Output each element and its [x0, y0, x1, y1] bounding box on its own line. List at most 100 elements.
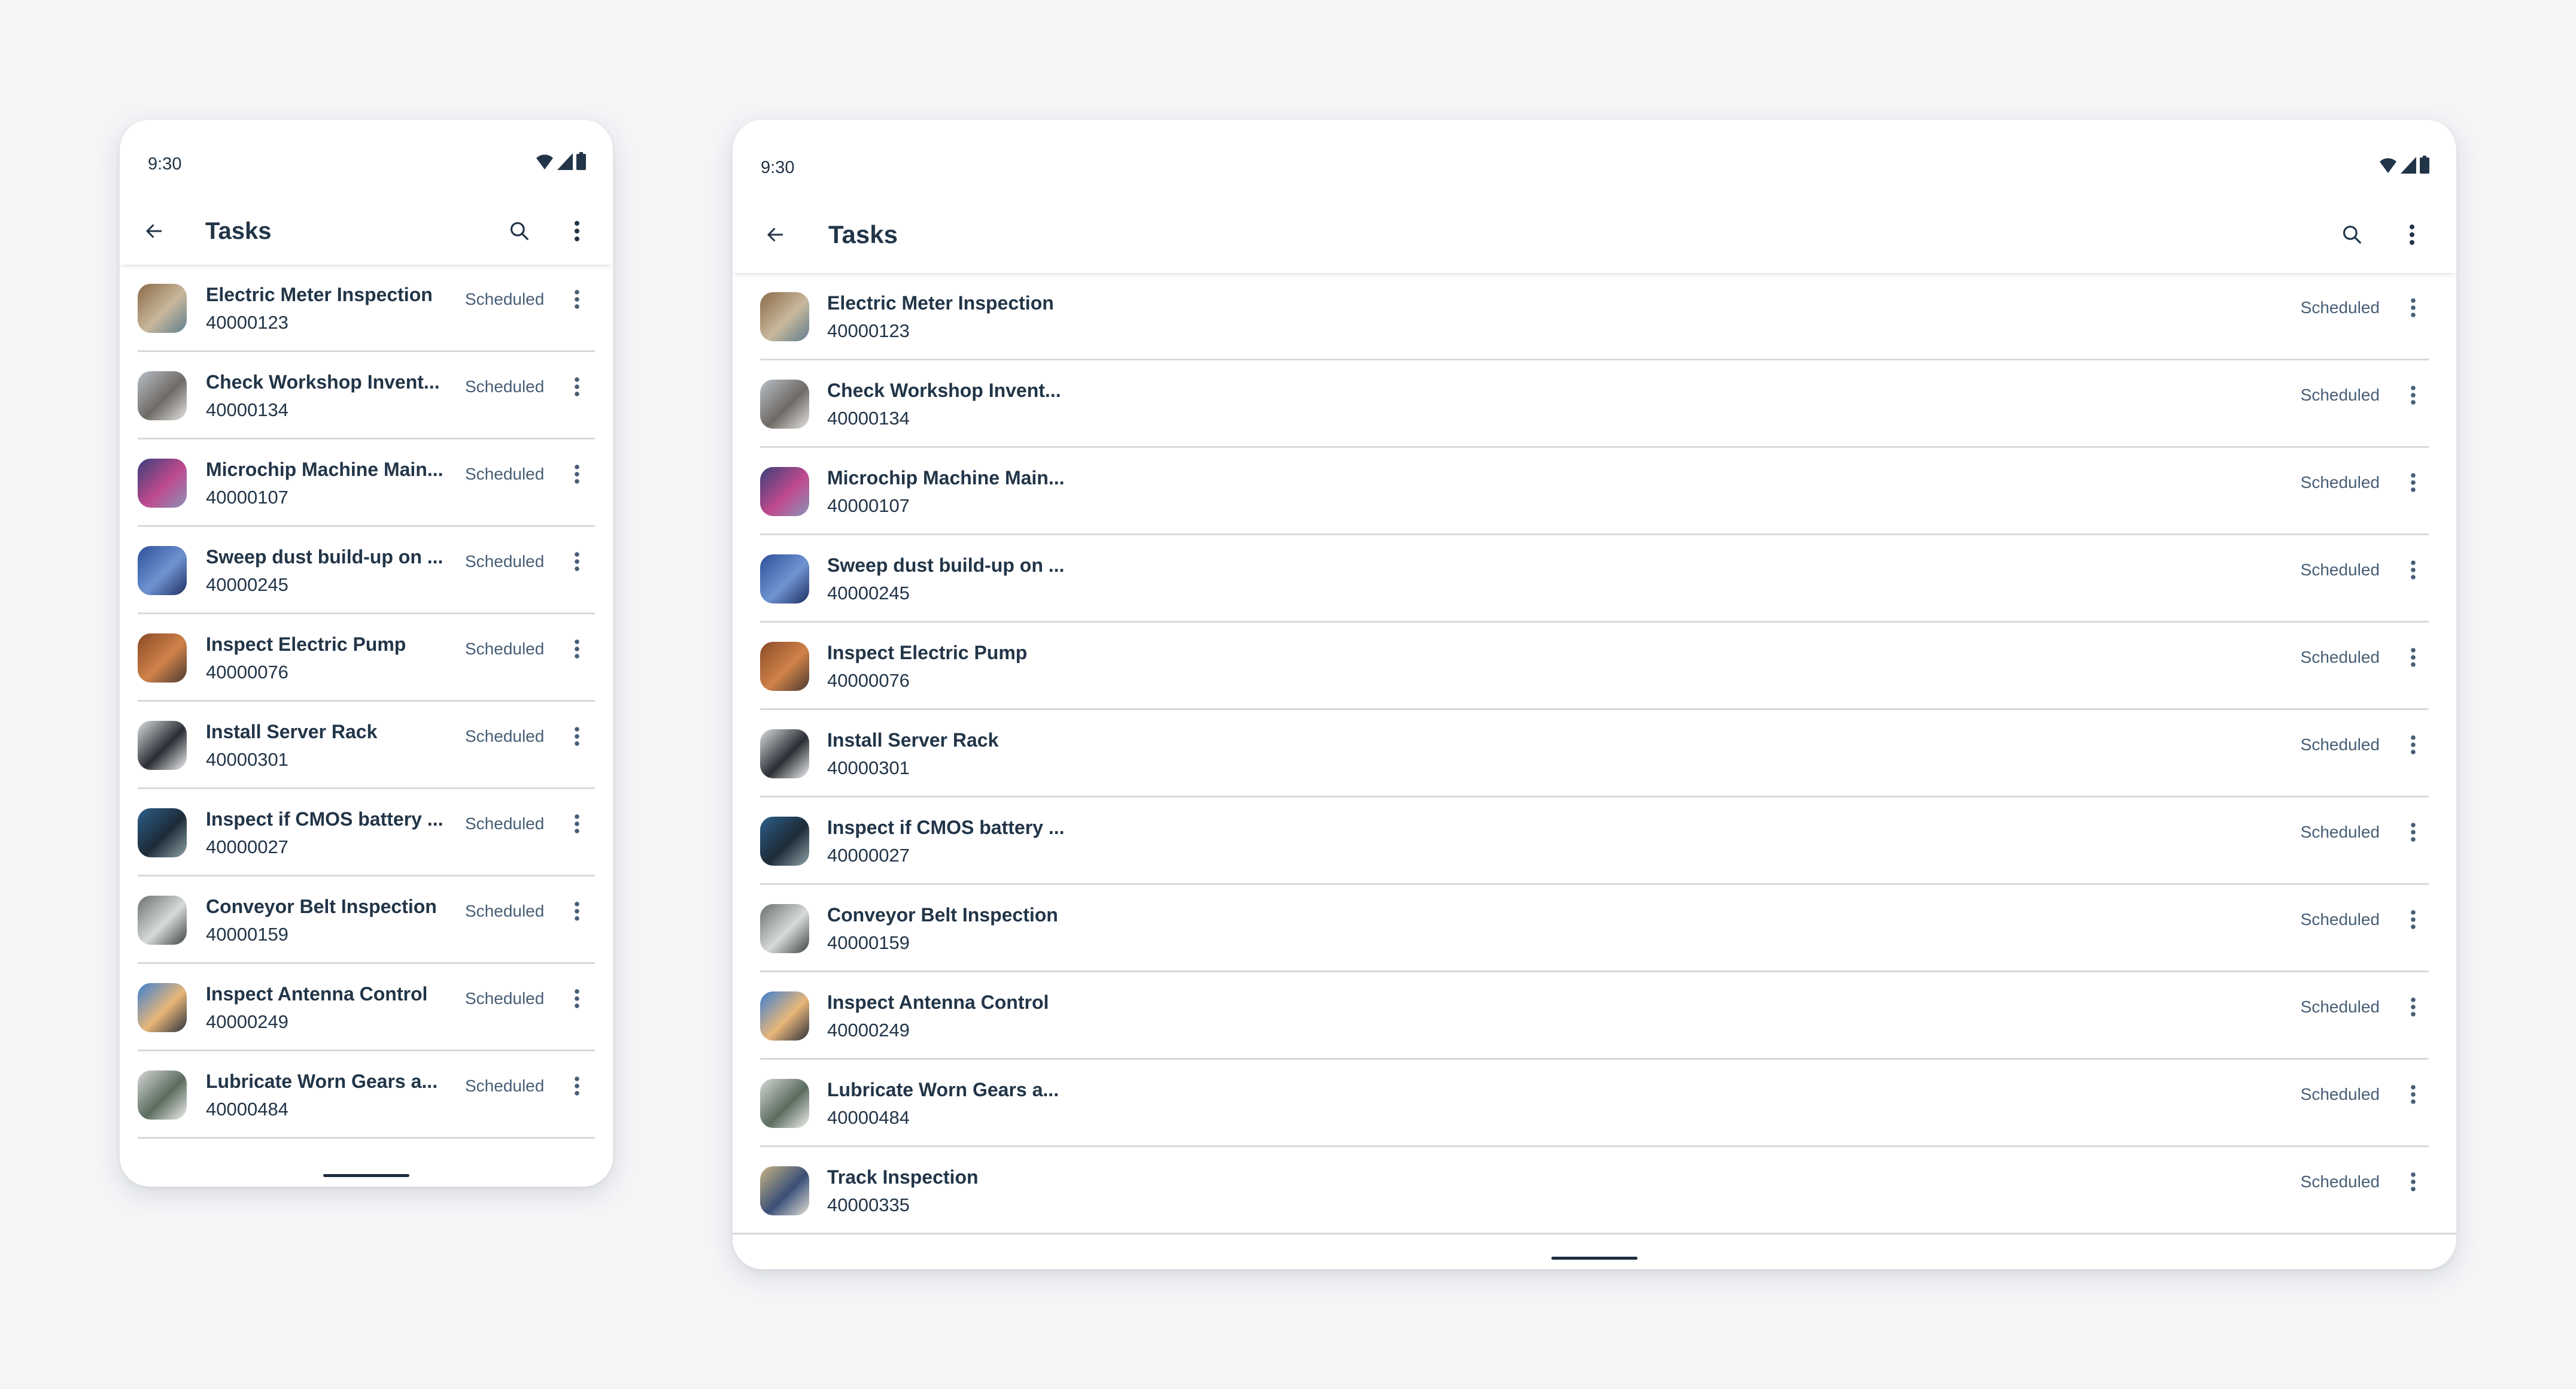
task-number: 40000245 [827, 582, 910, 603]
task-number: 40000134 [206, 399, 288, 420]
task-title: Check Workshop Invent... [206, 371, 440, 393]
more-vertical-icon [2411, 298, 2416, 317]
back-button[interactable] [763, 222, 789, 248]
more-vertical-icon [2411, 648, 2416, 667]
task-more-button[interactable] [2401, 290, 2425, 326]
task-more-button[interactable] [565, 1068, 589, 1104]
task-more-button[interactable] [565, 893, 589, 929]
task-list-item[interactable]: Check Workshop Invent... 40000134 Schedule… [733, 360, 2456, 448]
task-list-item[interactable]: Lubricate Worn Gears a... 40000484 Schedul… [733, 1060, 2456, 1147]
task-status: Scheduled [2300, 997, 2380, 1016]
task-more-button[interactable] [565, 981, 589, 1017]
task-more-button[interactable] [2401, 989, 2425, 1025]
task-list-item[interactable]: Install Server Rack 40000301 Scheduled [120, 702, 613, 789]
task-status: Scheduled [2300, 1172, 2380, 1191]
task-thumbnail [760, 292, 809, 341]
task-thumbnail [760, 729, 809, 778]
task-more-button[interactable] [2401, 814, 2425, 850]
more-vertical-icon [2411, 473, 2416, 492]
task-more-button[interactable] [565, 631, 589, 667]
task-list-item[interactable]: Sweep dust build-up on ... 40000245 Schedu… [733, 535, 2456, 623]
system-icons [536, 152, 586, 170]
task-more-button[interactable] [2401, 552, 2425, 588]
task-title: Lubricate Worn Gears a... [206, 1070, 438, 1092]
task-list-item[interactable]: Check Workshop Invent... 40000134 Schedule… [120, 352, 613, 439]
task-list-item[interactable]: Inspect Electric Pump 40000076 Scheduled [120, 614, 613, 702]
tablet-device: 9:30 Tasks Electric Meter Inspection 4000… [733, 120, 2456, 1269]
task-thumbnail [138, 808, 187, 857]
task-number: 40000301 [827, 757, 910, 778]
task-status: Scheduled [465, 902, 545, 920]
task-title: Inspect Antenna Control [206, 982, 428, 1005]
task-list-item[interactable]: Conveyor Belt Inspection 40000159 Schedule… [733, 885, 2456, 972]
task-title: Inspect Electric Pump [206, 633, 406, 655]
task-texts: Sweep dust build-up on ... 40000245 [206, 546, 443, 596]
overflow-menu-button[interactable] [564, 218, 590, 244]
more-vertical-icon [2411, 560, 2416, 580]
task-list-item[interactable]: Inspect Electric Pump 40000076 Scheduled [733, 623, 2456, 710]
task-more-button[interactable] [2401, 465, 2425, 501]
search-button[interactable] [506, 218, 533, 244]
more-vertical-icon [2410, 225, 2414, 245]
task-more-button[interactable] [565, 544, 589, 580]
status-bar: 9:30 [120, 120, 613, 198]
more-vertical-icon [575, 989, 579, 1008]
task-more-button[interactable] [2401, 727, 2425, 763]
task-list-item[interactable]: Electric Meter Inspection 40000123 Schedul… [120, 265, 613, 352]
task-more-button[interactable] [2401, 1164, 2425, 1200]
task-thumbnail [760, 467, 809, 516]
task-list-item[interactable]: Inspect if CMOS battery ... 40000027 Sched… [120, 789, 613, 877]
task-title: Sweep dust build-up on ... [827, 554, 1065, 576]
task-thumbnail [760, 904, 809, 953]
task-more-button[interactable] [2401, 902, 2425, 938]
task-list-item[interactable]: Sweep dust build-up on ... 40000245 Schedu… [120, 527, 613, 614]
more-vertical-icon [575, 814, 579, 833]
task-more-button[interactable] [565, 718, 589, 754]
task-title: Lubricate Worn Gears a... [827, 1078, 1059, 1100]
task-more-button[interactable] [2401, 1076, 2425, 1112]
task-status: Scheduled [2300, 1085, 2380, 1103]
task-list-item[interactable]: Electric Meter Inspection 40000123 Schedul… [733, 273, 2456, 360]
task-texts: Sweep dust build-up on ... 40000245 [827, 554, 1064, 604]
task-list-item[interactable]: Install Server Rack 40000301 Scheduled [733, 710, 2456, 797]
arrow-left-icon [145, 224, 162, 238]
task-thumbnail [138, 284, 187, 333]
task-more-button[interactable] [565, 456, 589, 492]
task-more-button[interactable] [565, 369, 589, 405]
task-number: 40000076 [827, 669, 910, 691]
page-title: Tasks [828, 220, 898, 248]
task-list-item[interactable]: Inspect Antenna Control 40000249 Scheduled [733, 972, 2456, 1060]
task-thumbnail [138, 721, 187, 770]
task-texts: Check Workshop Invent... 40000134 [827, 380, 1061, 429]
more-vertical-icon [575, 639, 579, 659]
task-status: Scheduled [465, 989, 545, 1008]
task-title: Install Server Rack [827, 729, 999, 751]
overflow-menu-button[interactable] [2399, 222, 2425, 248]
more-vertical-icon [2411, 386, 2416, 405]
task-status: Scheduled [465, 465, 545, 483]
task-texts: Inspect Electric Pump 40000076 [206, 633, 406, 683]
task-list-item[interactable]: Microchip Machine Main... 40000107 Schedul… [733, 448, 2456, 535]
task-more-button[interactable] [565, 806, 589, 842]
search-button[interactable] [2339, 222, 2365, 248]
task-texts: Microchip Machine Main... 40000107 [206, 459, 443, 508]
task-number: 40000249 [827, 1019, 910, 1041]
task-list-item[interactable]: Inspect Antenna Control 40000249 Scheduled [120, 964, 613, 1051]
task-more-button[interactable] [565, 281, 589, 317]
task-list-item[interactable]: Inspect if CMOS battery ... 40000027 Sched… [733, 797, 2456, 885]
task-list-item[interactable]: Track Inspection 40000335 Scheduled [733, 1147, 2456, 1235]
task-thumbnail [138, 983, 187, 1032]
home-indicator[interactable] [1551, 1257, 1638, 1260]
task-list-item[interactable]: Lubricate Worn Gears a... 40000484 Schedul… [120, 1051, 613, 1139]
task-list-item[interactable]: Conveyor Belt Inspection 40000159 Schedule… [120, 877, 613, 964]
task-list-item[interactable]: Microchip Machine Main... 40000107 Schedul… [120, 439, 613, 527]
back-button[interactable] [141, 218, 168, 244]
more-vertical-icon [575, 902, 579, 921]
task-more-button[interactable] [2401, 377, 2425, 413]
task-more-button[interactable] [2401, 639, 2425, 675]
search-icon [510, 222, 529, 241]
task-texts: Electric Meter Inspection 40000123 [206, 284, 433, 333]
home-indicator[interactable] [323, 1174, 409, 1177]
task-thumbnail [760, 642, 809, 691]
task-number: 40000107 [827, 495, 910, 516]
